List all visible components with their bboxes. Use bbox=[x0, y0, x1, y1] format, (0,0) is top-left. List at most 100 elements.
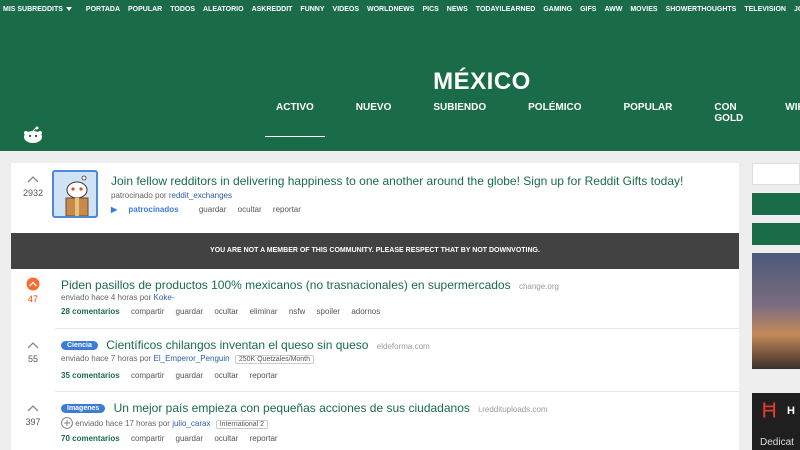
author-link[interactable]: reddit_exchanges bbox=[169, 191, 232, 200]
link-flair[interactable]: Ciencia bbox=[61, 341, 98, 350]
subreddit-link[interactable]: GAMING bbox=[543, 6, 572, 13]
post: 47 Piden pasillos de productos 100% mexi… bbox=[11, 269, 739, 327]
subreddit-link[interactable]: TODAYILEARNED bbox=[476, 6, 536, 13]
post-title[interactable]: Un mejor país empieza con pequeñas accio… bbox=[114, 401, 470, 415]
comments-link[interactable]: 70 comentarios bbox=[61, 434, 120, 443]
delete-button[interactable]: eliminar bbox=[250, 307, 278, 316]
author-link[interactable]: julio_carax bbox=[172, 419, 210, 428]
link-flair[interactable]: Imagenes bbox=[61, 404, 106, 413]
share-button[interactable]: compartir bbox=[131, 371, 164, 380]
post-actions: 28 comentarios compartir guardar ocultar… bbox=[61, 307, 389, 316]
my-subreddits-label: MIS SUBREDDITS bbox=[3, 5, 63, 13]
reddit-gifts-thumbnail[interactable] bbox=[52, 170, 98, 218]
post: 55 Ciencia Científicos chilangos inventa… bbox=[11, 329, 739, 391]
upvote-icon[interactable] bbox=[26, 277, 40, 291]
upvote-icon[interactable] bbox=[27, 175, 39, 183]
meta-prefix: patrocinado por bbox=[111, 191, 167, 200]
submit-link-button[interactable] bbox=[752, 193, 800, 215]
ad-letter: H bbox=[787, 405, 795, 417]
upvote-icon[interactable] bbox=[27, 404, 39, 412]
post-domain[interactable]: change.org bbox=[519, 282, 559, 291]
post-meta: enviado hace 7 horas por El_Emperor_Peng… bbox=[61, 354, 315, 364]
share-button[interactable]: compartir bbox=[131, 307, 164, 316]
post-actions: 70 comentarios compartir guardar ocultar… bbox=[61, 434, 287, 443]
save-button[interactable]: guardar bbox=[199, 205, 227, 214]
tab-subiendo[interactable]: SUBIENDO bbox=[422, 100, 497, 137]
vote-box: 2932 bbox=[11, 175, 55, 198]
tab-popular[interactable]: POPULAR bbox=[612, 100, 683, 137]
subreddit-bar: MIS SUBREDDITS PORTADA POPULAR TODOS ALEATO… bbox=[0, 0, 800, 18]
subreddit-link[interactable]: AWW bbox=[604, 6, 622, 13]
post-title[interactable]: Join fellow redditors in delivering happ… bbox=[111, 174, 683, 188]
meta-prefix: enviado hace 7 horas por bbox=[61, 354, 152, 363]
comments-link[interactable]: 28 comentarios bbox=[61, 307, 120, 316]
post-score: 397 bbox=[25, 417, 41, 427]
hide-button[interactable]: ocultar bbox=[214, 307, 238, 316]
save-button[interactable]: guardar bbox=[176, 434, 204, 443]
post: 397 Imagenes Un mejor país empieza con p… bbox=[11, 392, 739, 450]
post-domain[interactable]: i.reddituploads.com bbox=[478, 405, 547, 414]
subreddit-link[interactable]: JOKES bbox=[794, 6, 800, 13]
subreddit-link[interactable]: GIFS bbox=[580, 6, 596, 13]
chevron-down-icon bbox=[65, 7, 72, 11]
post-title[interactable]: Piden pasillos de productos 100% mexican… bbox=[61, 278, 511, 292]
vote-box: 47 bbox=[11, 277, 55, 304]
tab-con-gold[interactable]: CON GOLD bbox=[703, 100, 754, 137]
spoiler-button[interactable]: spoiler bbox=[317, 307, 341, 316]
subreddit-link[interactable]: PICS bbox=[422, 6, 438, 13]
subreddit-link[interactable]: ASKREDDIT bbox=[252, 6, 293, 13]
sponsored-post: 2932 Join fellow redditors in delivering… bbox=[11, 163, 739, 225]
non-member-banner: YOU ARE NOT A MEMBER OF THIS COMMUNITY. … bbox=[11, 233, 739, 269]
post-title-line: Imagenes Un mejor país empieza con peque… bbox=[61, 401, 548, 415]
subreddit-link[interactable]: PORTADA bbox=[86, 6, 120, 13]
subreddit-link[interactable]: VIDEOS bbox=[333, 6, 359, 13]
subreddit-link[interactable]: NEWS bbox=[447, 6, 468, 13]
hide-button[interactable]: ocultar bbox=[214, 434, 238, 443]
report-button[interactable]: reportar bbox=[273, 205, 301, 214]
post-domain[interactable]: eldeforma.com bbox=[377, 342, 430, 351]
submit-text-button[interactable] bbox=[752, 223, 800, 245]
search-input[interactable] bbox=[752, 163, 800, 185]
author-link[interactable]: Koke- bbox=[154, 293, 175, 302]
post-actions: ▶ patrocinados guardar ocultar reportar bbox=[111, 205, 310, 214]
post-meta: enviado hace 17 horas por julio_carax In… bbox=[61, 417, 269, 429]
hide-button[interactable]: ocultar bbox=[238, 205, 262, 214]
tab-activo[interactable]: ACTIVO bbox=[265, 100, 325, 137]
flair-button[interactable]: adornos bbox=[351, 307, 380, 316]
subreddit-link[interactable]: FUNNY bbox=[300, 6, 324, 13]
post-title-line: Piden pasillos de productos 100% mexican… bbox=[61, 278, 559, 292]
subreddit-title[interactable]: MÉXICO bbox=[0, 68, 800, 96]
subreddit-link[interactable]: TELEVISION bbox=[744, 6, 786, 13]
save-button[interactable]: guardar bbox=[176, 307, 204, 316]
my-subreddits-dropdown[interactable]: MIS SUBREDDITS bbox=[0, 6, 78, 13]
comments-link[interactable]: 35 comentarios bbox=[61, 371, 120, 380]
reddit-logo-icon[interactable] bbox=[22, 126, 44, 144]
subreddit-link[interactable]: ALEATORIO bbox=[203, 6, 244, 13]
report-button[interactable]: reportar bbox=[250, 371, 278, 380]
user-flair: 250K Quetzales/Month bbox=[234, 355, 315, 364]
author-link[interactable]: El_Emperor_Penguin bbox=[154, 354, 230, 363]
sponsored-badge[interactable]: ▶ patrocinados bbox=[111, 205, 188, 214]
user-flair: International 2 bbox=[215, 420, 269, 429]
report-button[interactable]: reportar bbox=[250, 434, 278, 443]
post-title[interactable]: Científicos chilangos inventan el queso … bbox=[106, 338, 368, 352]
sort-tabs: ACTIVO NUEVO SUBIENDO POLÉMICO POPULAR CON GO… bbox=[265, 100, 800, 137]
vote-box: 397 bbox=[11, 404, 55, 427]
expand-icon[interactable] bbox=[61, 417, 73, 429]
subreddit-link[interactable]: MOVIES bbox=[630, 6, 657, 13]
tab-polémico[interactable]: POLÉMICO bbox=[517, 100, 592, 137]
subreddit-link[interactable]: POPULAR bbox=[128, 6, 162, 13]
meta-prefix: enviado hace 17 horas por bbox=[75, 419, 170, 428]
subreddit-link[interactable]: SHOWERTHOUGHTS bbox=[666, 6, 737, 13]
save-button[interactable]: guardar bbox=[176, 371, 204, 380]
share-button[interactable]: compartir bbox=[131, 434, 164, 443]
tab-nuevo[interactable]: NUEVO bbox=[345, 100, 403, 137]
tab-wiki[interactable]: WIKI bbox=[774, 100, 800, 137]
sidebar-ad[interactable]: |=| H Dedicat bbox=[752, 393, 800, 450]
upvote-icon[interactable] bbox=[27, 341, 39, 349]
hide-button[interactable]: ocultar bbox=[214, 371, 238, 380]
subreddit-link[interactable]: TODOS bbox=[170, 6, 195, 13]
nsfw-button[interactable]: nsfw bbox=[289, 307, 305, 316]
subreddit-link[interactable]: WORLDNEWS bbox=[367, 6, 414, 13]
post-title-line: Ciencia Científicos chilangos inventan e… bbox=[61, 338, 430, 352]
